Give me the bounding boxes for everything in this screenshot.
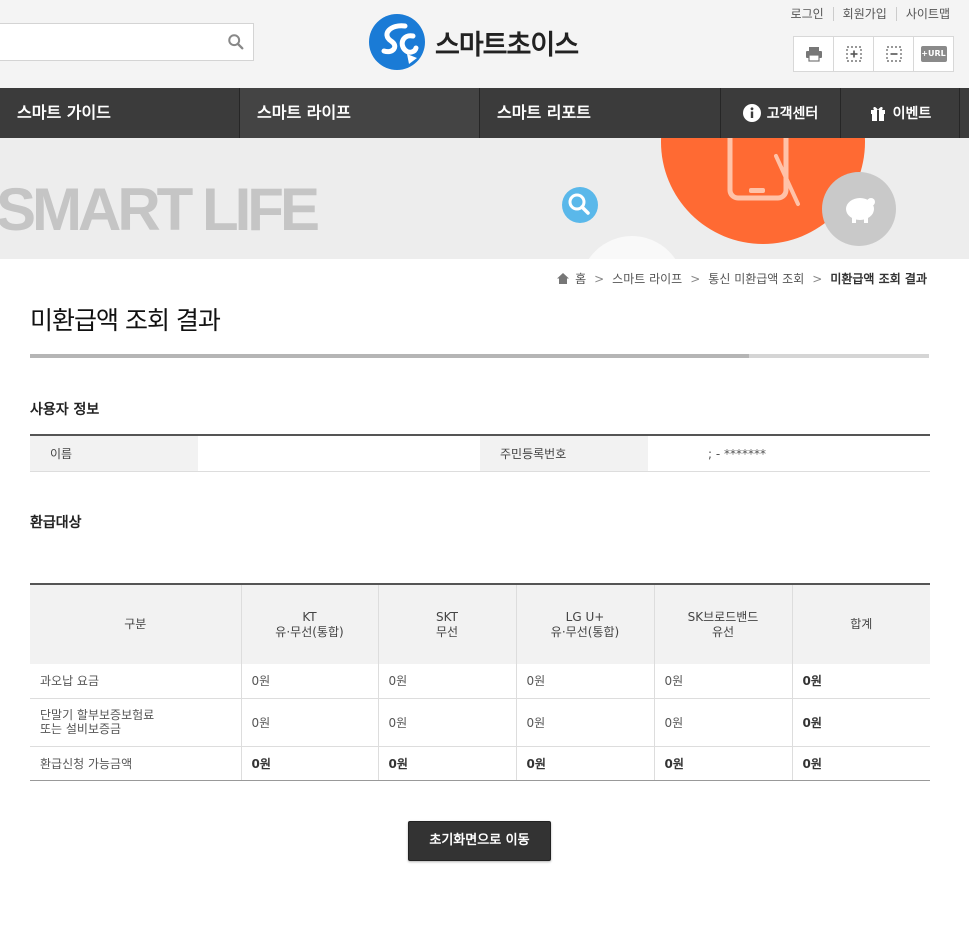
breadcrumb-separator-icon: > [594,271,605,286]
name-label: 이름 [30,436,198,471]
cell-value: 0원 [240,746,378,781]
content-area: 홈 > 스마트 라이프 > 통신 미환급액 조회 > 미환급액 조회 결과 미환… [0,259,969,933]
row-label: 과오납 요금 [30,664,241,699]
cell-value: 0원 [653,746,792,781]
gift-icon [869,104,887,122]
cell-value: 0원 [240,698,378,747]
search-input[interactable] [0,24,219,60]
top-links: 로그인 회원가입 사이트맵 [782,7,959,21]
row-label: 환급신청 가능금액 [30,746,241,781]
zoom-in-icon [845,46,862,62]
row-label: 단말기 할부보증보험료 또는 설비보증금 [30,698,241,747]
cell-value: 0원 [653,698,792,747]
breadcrumb-separator-icon: > [690,271,701,286]
url-copy-button[interactable]: +URL [913,36,954,72]
cell-value: 0원 [653,664,792,699]
col-header-line: 구분 [124,617,147,631]
user-info-table: 이름 주민등록번호 ; - ******* [30,434,930,472]
brand-name: 스마트초이스 [435,30,579,61]
table-row: 환급신청 가능금액 0원 0원 0원 0원 0원 [30,746,930,781]
refund-table: 구분 KT 유·무선(통합) SKT 무선 LG U+ 유·무선(통합) SK브로드밴… [30,583,930,781]
title-underline-fill [30,354,750,358]
zoom-in-button[interactable] [833,36,874,72]
row-label-line: 단말기 할부보증보험료 [40,708,155,722]
nav-event[interactable]: 이벤트 [840,88,960,138]
hero-banner: SMART LIFE [0,138,969,259]
page-title: 미환급액 조회 결과 [30,306,221,335]
table-header-row: 구분 KT 유·무선(통합) SKT 무선 LG U+ 유·무선(통합) SK브로드밴… [30,584,930,664]
col-header-line: 합계 [850,617,873,631]
nav-smart-life[interactable]: 스마트 라이프 [240,88,480,138]
banner-illustration [562,138,896,259]
nav-customer-center[interactable]: 고객센터 [720,88,840,138]
tool-icons: +URL [793,36,954,72]
col-header-line: 유·무선(통합) [275,624,344,639]
sitemap-link[interactable]: 사이트맵 [895,7,959,21]
cell-value: 0원 [377,698,516,747]
col-header-kt: KT 유·무선(통합) [240,584,378,664]
login-link[interactable]: 로그인 [782,7,833,21]
rrn-label: 주민등록번호 [480,436,648,471]
customer-center-label: 고객센터 [766,106,819,122]
signup-link[interactable]: 회원가입 [832,7,896,21]
event-label: 이벤트 [892,106,932,122]
col-header-skb: SK브로드밴드 유선 [653,584,792,664]
cell-value: 0원 [515,698,654,747]
breadcrumb-refund-lookup[interactable]: 통신 미환급액 조회 [708,270,804,287]
url-copy-text: +URL [921,49,946,58]
zoom-out-button[interactable] [873,36,914,72]
cell-total: 0원 [791,698,930,747]
col-header-line: 유선 [711,624,735,639]
row-label-line: 과오납 요금 [40,674,100,689]
print-icon [805,47,822,62]
rrn-value: ; - ******* [648,436,930,471]
col-header-line: SK브로드밴드 [687,609,759,624]
breadcrumb-smart-life[interactable]: 스마트 라이프 [612,270,682,287]
col-header-line: 무선 [435,624,459,639]
col-header-line: 유·무선(통합) [550,624,620,639]
col-header-lgu: LG U+ 유·무선(통합) [515,584,654,664]
cell-value: 0원 [515,746,654,781]
site-logo[interactable]: 스마트초이스 [369,14,599,70]
breadcrumb-separator-icon: > [812,271,823,286]
col-header-category: 구분 [30,584,241,664]
col-header-line: LG U+ [565,609,605,624]
name-value [198,436,480,471]
table-row: 과오납 요금 0원 0원 0원 0원 0원 [30,664,930,699]
table-row: 단말기 할부보증보험료 또는 설비보증금 0원 0원 0원 0원 0원 [30,698,930,747]
info-icon [742,104,761,122]
cell-value: 0원 [377,746,516,781]
url-copy-icon: +URL [920,46,947,62]
col-header-line: KT [302,609,317,624]
row-label-line: 환급신청 가능금액 [40,756,133,771]
site-header: 스마트초이스 로그인 회원가입 사이트맵 +URL [0,0,969,88]
zoom-out-icon [885,46,902,62]
cell-value: 0원 [377,664,516,699]
cell-value: 0원 [240,664,378,699]
go-home-button[interactable]: 초기화면으로 이동 [408,821,551,861]
col-header-total: 합계 [791,584,930,664]
cell-value: 0원 [515,664,654,699]
col-header-skt: SKT 무선 [377,584,516,664]
cell-total: 0원 [791,746,930,781]
home-icon[interactable] [557,273,570,284]
nav-smart-report[interactable]: 스마트 리포트 [480,88,720,138]
user-info-title: 사용자 정보 [30,402,100,418]
breadcrumb: 홈 > 스마트 라이프 > 통신 미환급액 조회 > 미환급액 조회 결과 [557,270,927,287]
title-underline [30,354,929,358]
search-box[interactable] [0,23,254,61]
refund-target-title: 환급대상 [30,515,82,531]
row-label-line: 또는 설비보증금 [40,722,122,736]
logo-mark-icon [369,14,425,70]
search-icon[interactable] [227,33,245,51]
breadcrumb-current: 미환급액 조회 결과 [830,272,927,286]
print-button[interactable] [793,36,834,72]
main-nav: 스마트 가이드 스마트 라이프 스마트 리포트 고객센터 이벤트 [0,88,969,138]
breadcrumb-home[interactable]: 홈 [575,270,586,287]
cell-total: 0원 [791,664,930,699]
col-header-line: SKT [436,609,458,624]
nav-smart-guide[interactable]: 스마트 가이드 [0,88,240,138]
